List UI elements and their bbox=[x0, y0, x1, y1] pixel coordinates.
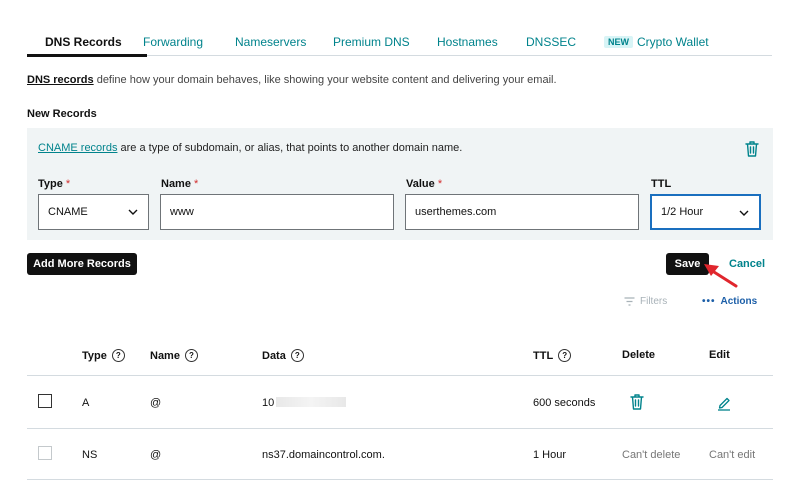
cname-info: CNAME records are a type of subdomain, o… bbox=[38, 142, 462, 154]
help-icon[interactable]: ? bbox=[184, 349, 198, 362]
filter-icon bbox=[624, 297, 635, 306]
name-input[interactable]: www bbox=[160, 194, 394, 230]
column-header-data: Data? bbox=[262, 349, 304, 362]
more-dots-icon: ••• bbox=[702, 296, 716, 307]
row-delete-disabled: Can't delete bbox=[622, 449, 681, 461]
value-label: Value * bbox=[406, 178, 443, 190]
actions-button[interactable]: ••• Actions bbox=[702, 296, 757, 307]
row-type: A bbox=[82, 397, 90, 409]
type-label: Type * bbox=[38, 178, 71, 190]
chevron-down-icon bbox=[739, 210, 749, 216]
help-icon[interactable]: ? bbox=[558, 349, 572, 362]
column-header-ttl: TTL? bbox=[533, 349, 572, 362]
tab-crypto-wallet[interactable]: NEW Crypto Wallet bbox=[604, 35, 709, 49]
new-record-panel: CNAME records are a type of subdomain, o… bbox=[27, 128, 773, 240]
intro-text: DNS records define how your domain behav… bbox=[27, 74, 557, 86]
dns-records-link[interactable]: DNS records bbox=[27, 74, 94, 86]
tab-hostnames[interactable]: Hostnames bbox=[437, 35, 498, 49]
new-badge: NEW bbox=[604, 36, 633, 48]
row-type: NS bbox=[82, 449, 98, 461]
add-more-records-button[interactable]: Add More Records bbox=[27, 253, 137, 275]
table-divider bbox=[27, 479, 773, 480]
column-header-name: Name? bbox=[150, 349, 198, 362]
ttl-select-value: 1/2 Hour bbox=[661, 206, 704, 218]
row-name: @ bbox=[150, 397, 162, 409]
type-select[interactable]: CNAME bbox=[38, 194, 149, 230]
trash-icon[interactable] bbox=[744, 140, 760, 158]
new-records-title: New Records bbox=[27, 108, 97, 120]
row-edit-disabled: Can't edit bbox=[709, 449, 756, 461]
tab-premium-dns[interactable]: Premium DNS bbox=[333, 35, 410, 49]
row-checkbox[interactable] bbox=[38, 394, 52, 408]
row-data: ns37.domaincontrol.com. bbox=[262, 449, 385, 461]
name-label: Name * bbox=[161, 178, 199, 190]
filters-button[interactable]: Filters bbox=[624, 296, 667, 307]
help-icon[interactable]: ? bbox=[290, 349, 304, 362]
dns-tabs: DNS Records Forwarding Nameservers Premi… bbox=[27, 24, 772, 57]
actions-label: Actions bbox=[720, 296, 758, 307]
row-checkbox bbox=[38, 446, 52, 460]
filters-label: Filters bbox=[640, 296, 668, 307]
row-name: @ bbox=[150, 449, 162, 461]
tab-forwarding[interactable]: Forwarding bbox=[143, 35, 203, 49]
active-tab-underline bbox=[27, 54, 147, 57]
column-header-edit: Edit bbox=[709, 349, 730, 361]
help-icon[interactable]: ? bbox=[111, 349, 125, 362]
column-header-delete: Delete bbox=[622, 349, 656, 361]
table-divider bbox=[27, 428, 773, 429]
tab-nameservers[interactable]: Nameservers bbox=[235, 35, 306, 49]
type-select-value: CNAME bbox=[48, 206, 88, 218]
value-input[interactable]: userthemes.com bbox=[405, 194, 639, 230]
cname-info-text: are a type of subdomain, or alias, that … bbox=[117, 142, 463, 154]
cname-records-link[interactable]: CNAME records bbox=[38, 142, 117, 154]
tab-dns-records[interactable]: DNS Records bbox=[45, 35, 122, 49]
column-header-type: Type? bbox=[82, 349, 125, 362]
redacted-block bbox=[276, 397, 347, 407]
trash-icon[interactable] bbox=[629, 393, 645, 411]
row-ttl: 600 seconds bbox=[533, 397, 596, 409]
intro-description: define how your domain behaves, like sho… bbox=[93, 74, 557, 86]
row-data: 10 bbox=[262, 397, 347, 409]
pencil-icon[interactable] bbox=[716, 393, 732, 411]
ttl-label: TTL bbox=[651, 178, 672, 190]
ttl-select[interactable]: 1/2 Hour bbox=[650, 194, 761, 230]
chevron-down-icon bbox=[128, 209, 138, 215]
tab-dnssec[interactable]: DNSSEC bbox=[526, 35, 576, 49]
table-divider bbox=[27, 375, 773, 376]
annotation-arrow-icon bbox=[704, 264, 738, 288]
row-ttl: 1 Hour bbox=[533, 449, 567, 461]
tab-crypto-wallet-label: Crypto Wallet bbox=[637, 35, 709, 49]
